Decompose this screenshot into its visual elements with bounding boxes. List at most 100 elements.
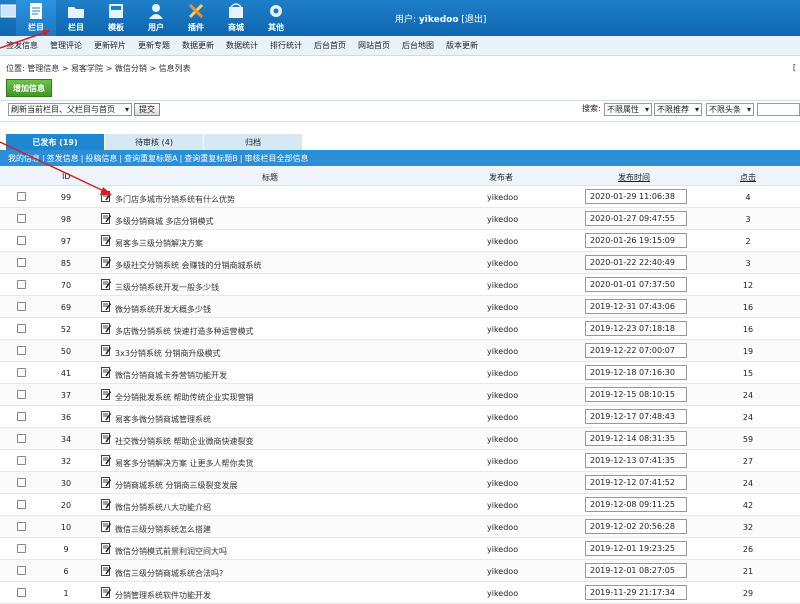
row-checkbox[interactable] — [17, 214, 26, 223]
edit-document-icon[interactable] — [101, 411, 111, 422]
row-checkbox[interactable] — [17, 368, 26, 377]
quick-link-0[interactable]: 我的信息 — [8, 153, 40, 164]
edit-document-icon[interactable] — [101, 191, 111, 202]
header-id[interactable]: ID — [62, 172, 71, 181]
row-publish-time-field[interactable]: 2019-12-22 07:00:07 — [585, 343, 687, 358]
topnav-item-6[interactable]: 商城 — [216, 0, 256, 36]
row-publish-time-field[interactable]: 2019-12-08 09:11:25 — [585, 497, 687, 512]
row-title-link[interactable]: 多级社交分销系统 会赚钱的分销商城系统 — [115, 260, 262, 271]
tab-2[interactable]: 归档 — [204, 134, 302, 150]
subnav-item-4[interactable]: 数据更新 — [176, 40, 220, 51]
tab-1[interactable]: 待审核 (4) — [105, 134, 203, 150]
edit-document-icon[interactable] — [101, 301, 111, 312]
topnav-item-1[interactable]: 栏目 — [16, 0, 56, 36]
row-checkbox[interactable] — [17, 412, 26, 421]
edit-document-icon[interactable] — [101, 521, 111, 532]
row-title-link[interactable]: 微信三级分销系统怎么搭建 — [115, 524, 211, 535]
row-title-link[interactable]: 多级分销商城 多店分销模式 — [115, 216, 214, 227]
row-title-link[interactable]: 多店微分销系统 快速打造多种运营模式 — [115, 326, 254, 337]
quick-link-2[interactable]: 投稿信息 — [85, 153, 117, 164]
quick-link-3[interactable]: 查询重复标题A — [124, 153, 177, 164]
row-publish-time-field[interactable]: 2019-12-17 07:48:43 — [585, 409, 687, 424]
quick-link-1[interactable]: 签发信息 — [47, 153, 79, 164]
recommend-select[interactable]: 不限推荐 — [654, 103, 702, 116]
row-publish-time-field[interactable]: 2019-12-18 07:16:30 — [585, 365, 687, 380]
row-publish-time-field[interactable]: 2019-12-23 07:18:18 — [585, 321, 687, 336]
row-checkbox[interactable] — [17, 478, 26, 487]
row-title-link[interactable]: 社交微分销系统 帮助企业微商快速裂变 — [115, 436, 254, 447]
quick-link-5[interactable]: 审核栏目全部信息 — [245, 153, 309, 164]
row-publish-time-field[interactable]: 2019-12-14 08:31:35 — [585, 431, 687, 446]
subnav-item-2[interactable]: 更新碎片 — [88, 40, 132, 51]
row-title-link[interactable]: 微信分销系统八大功能介绍 — [115, 502, 211, 513]
subnav-item-8[interactable]: 网站首页 — [352, 40, 396, 51]
row-checkbox[interactable] — [17, 236, 26, 245]
row-title-link[interactable]: 易客多微分销商城管理系统 — [115, 414, 211, 425]
row-checkbox[interactable] — [17, 456, 26, 465]
row-title-link[interactable]: 微信三级分销商城系统合法吗? — [115, 568, 223, 579]
collapse-marker[interactable]: [ — [793, 63, 796, 72]
row-publish-time-field[interactable]: 2020-01-01 07:37:50 — [585, 277, 687, 292]
row-checkbox[interactable] — [17, 500, 26, 509]
topnav-item-0[interactable] — [0, 0, 18, 36]
edit-document-icon[interactable] — [101, 587, 111, 598]
row-publish-time-field[interactable]: 2019-12-12 07:41:52 — [585, 475, 687, 490]
edit-document-icon[interactable] — [101, 345, 111, 356]
row-publish-time-field[interactable]: 2020-01-27 09:47:55 — [585, 211, 687, 226]
row-checkbox[interactable] — [17, 522, 26, 531]
row-title-link[interactable]: 微信分销模式前景利润空间大吗 — [115, 546, 227, 557]
edit-document-icon[interactable] — [101, 565, 111, 576]
attribute-select[interactable]: 不限属性 — [604, 103, 652, 116]
submit-button[interactable]: 提交 — [134, 103, 160, 116]
row-publish-time-field[interactable]: 2019-12-01 19:23:25 — [585, 541, 687, 556]
edit-document-icon[interactable] — [101, 477, 111, 488]
subnav-item-3[interactable]: 更新专题 — [132, 40, 176, 51]
quick-link-4[interactable]: 查询重复标题B — [184, 153, 238, 164]
edit-document-icon[interactable] — [101, 367, 111, 378]
edit-document-icon[interactable] — [101, 389, 111, 400]
header-clicks[interactable]: 点击 — [740, 172, 756, 183]
edit-document-icon[interactable] — [101, 323, 111, 334]
add-info-button[interactable]: 增加信息 — [6, 79, 52, 97]
row-publish-time-field[interactable]: 2019-12-13 07:41:35 — [585, 453, 687, 468]
edit-document-icon[interactable] — [101, 455, 111, 466]
row-checkbox[interactable] — [17, 302, 26, 311]
topnav-item-4[interactable]: 用户 — [136, 0, 176, 36]
topnav-item-3[interactable]: 模板 — [96, 0, 136, 36]
headline-select[interactable]: 不限头条 — [706, 103, 754, 116]
search-input[interactable] — [757, 103, 800, 116]
row-checkbox[interactable] — [17, 192, 26, 201]
edit-document-icon[interactable] — [101, 499, 111, 510]
row-checkbox[interactable] — [17, 258, 26, 267]
subnav-item-7[interactable]: 后台首页 — [308, 40, 352, 51]
subnav-item-1[interactable]: 管理评论 — [44, 40, 88, 51]
row-checkbox[interactable] — [17, 566, 26, 575]
row-checkbox[interactable] — [17, 588, 26, 597]
row-title-link[interactable]: 3x3分销系统 分销商升级模式 — [115, 348, 220, 359]
tab-0[interactable]: 已发布 (19) — [6, 134, 104, 150]
row-publish-time-field[interactable]: 2019-12-15 08:10:15 — [585, 387, 687, 402]
row-title-link[interactable]: 易客多分销解决方案 让更多人帮你卖货 — [115, 458, 254, 469]
refresh-scope-select[interactable]: 刷新当前栏目、父栏目与首页 — [8, 103, 132, 116]
row-publish-time-field[interactable]: 2020-01-22 22:40:49 — [585, 255, 687, 270]
topnav-item-2[interactable]: 栏目 — [56, 0, 96, 36]
edit-document-icon[interactable] — [101, 543, 111, 554]
row-publish-time-field[interactable]: 2020-01-29 11:06:38 — [585, 189, 687, 204]
subnav-item-5[interactable]: 数据统计 — [220, 40, 264, 51]
row-title-link[interactable]: 分销商城系统 分销商三级裂变发展 — [115, 480, 238, 491]
row-checkbox[interactable] — [17, 324, 26, 333]
header-publish-time[interactable]: 发布时间 — [618, 172, 650, 183]
subnav-item-10[interactable]: 版本更新 — [440, 40, 484, 51]
topnav-item-5[interactable]: 插件 — [176, 0, 216, 36]
topnav-item-7[interactable]: 其他 — [256, 0, 296, 36]
row-title-link[interactable]: 分销管理系统软件功能开发 — [115, 590, 211, 601]
row-publish-time-field[interactable]: 2019-12-02 20:56:28 — [585, 519, 687, 534]
edit-document-icon[interactable] — [101, 279, 111, 290]
row-publish-time-field[interactable]: 2019-11-29 21:17:34 — [585, 585, 687, 600]
edit-document-icon[interactable] — [101, 257, 111, 268]
row-publish-time-field[interactable]: 2020-01-26 19:15:09 — [585, 233, 687, 248]
logout-link[interactable]: [退出] — [461, 15, 486, 25]
subnav-item-9[interactable]: 后台地图 — [396, 40, 440, 51]
row-checkbox[interactable] — [17, 434, 26, 443]
row-publish-time-field[interactable]: 2019-12-31 07:43:06 — [585, 299, 687, 314]
